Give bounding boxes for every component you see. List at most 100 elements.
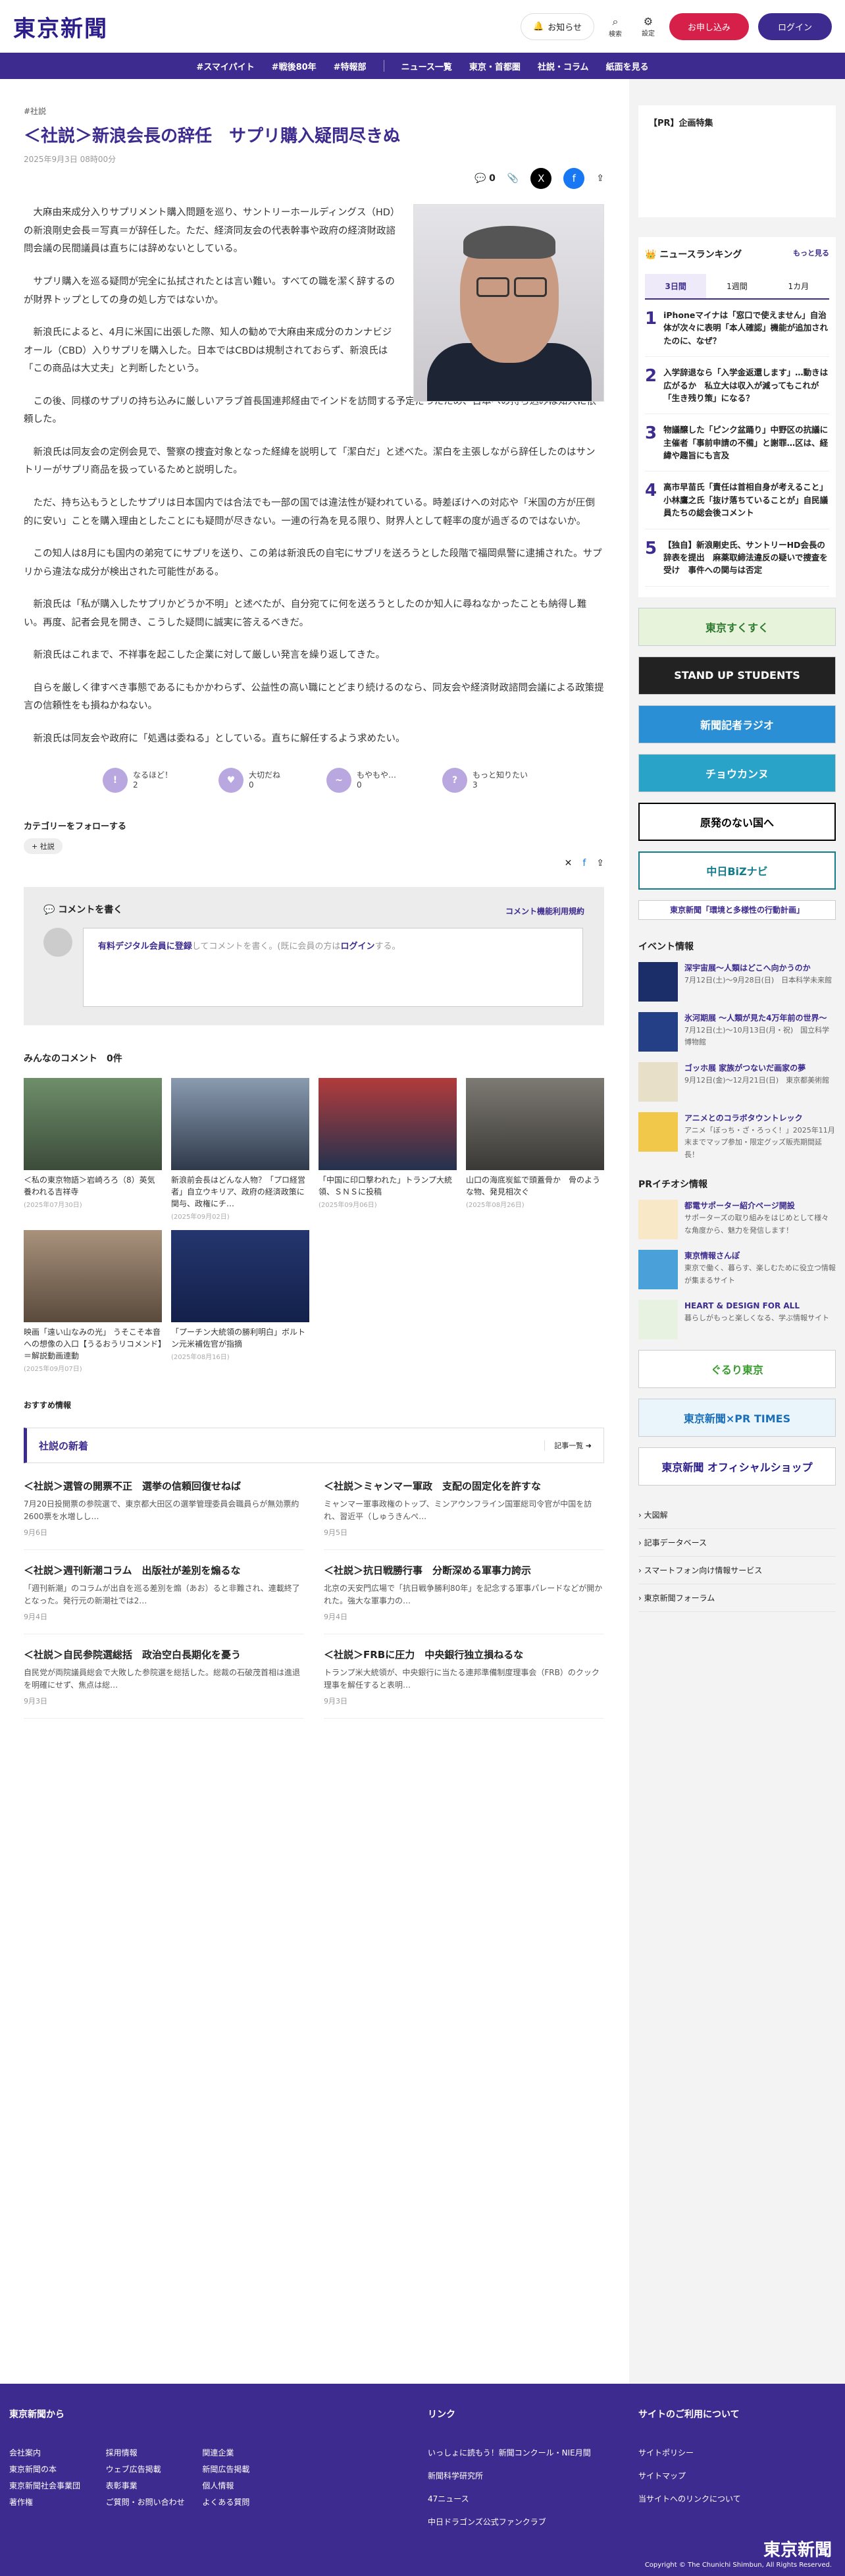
banner[interactable]: 東京新聞 オフィシャルショップ (638, 1447, 836, 1486)
related-card[interactable]: 「中国に印口撃われた」トランプ大統領、ＳＮＳに投稿 (2025年09月06日) (319, 1078, 457, 1221)
footer-link[interactable]: いっしょに読もう！新聞コンクール・NIE月間 (428, 2447, 591, 2458)
related-card[interactable]: 山口の海底炭鉱で頭蓋骨か 骨のような物、発見相次ぐ (2025年08月26日) (466, 1078, 604, 1221)
share-icon[interactable]: ⇪ (596, 858, 604, 869)
facebook-share-icon[interactable]: f (563, 168, 585, 189)
banner[interactable]: 東京新聞×PR TIMES (638, 1399, 836, 1437)
comment-input[interactable]: 有料デジタル会員に登録してコメントを書く。(既に会員の方はログインする。 (83, 928, 583, 1007)
nav-item[interactable]: #戦後80年 (272, 60, 317, 72)
banner[interactable]: チョウカンヌ (638, 753, 836, 792)
comment-count[interactable]: 💬 0 (474, 173, 496, 184)
nav-item[interactable]: #特報部 (334, 60, 367, 72)
search-button[interactable]: ⌕ 検索 (603, 15, 627, 38)
article-paragraph: 大麻由来成分入りサプリメント購入問題を巡り、サントリーホールディングス（HD）の… (24, 207, 396, 255)
news-item[interactable]: ＜社説＞週刊新潮コラム 出版社が差別を煽るな 「週刊新潮」のコラムが出自を巡る差別… (24, 1563, 304, 1635)
all-comments-title: みんなのコメント 0件 (24, 1054, 122, 1065)
related-card[interactable]: 映画「遠い山なみの光」 うそこそ本音への想像の入口【うるおうリコメンド】＝解説動… (24, 1230, 162, 1373)
footer-link[interactable]: 当サイトへのリンクについて (638, 2493, 741, 2504)
reaction-button[interactable]: ~ もやもや… 0 (326, 768, 396, 793)
footer-link[interactable]: 表彰事業 (106, 2480, 190, 2491)
nav-item[interactable]: 紙面を見る (606, 60, 649, 72)
share-bar: 💬 0 📎 X f ⇪ (474, 168, 604, 189)
sidebar-link[interactable]: › 記事データベース (638, 1529, 836, 1557)
news-item[interactable]: ＜社説＞ミャンマー軍政 支配の固定化を許すな ミャンマー軍事政権のトップ、ミンアウ… (324, 1479, 604, 1551)
nav-item[interactable]: 社説・コラム (538, 60, 589, 72)
ranking-more-link[interactable]: もっと見る (793, 248, 829, 258)
settings-button[interactable]: ⚙ 設定 (636, 15, 660, 38)
event-item[interactable]: アニメとのコラボタウントレック アニメ「ぼっち・ざ・ろっく！」2025年11月末ま… (638, 1112, 836, 1161)
news-item[interactable]: ＜社説＞選管の開票不正 選挙の信頼回復せねば 7月20日投開票の参院選で、東京都大… (24, 1479, 304, 1551)
banner[interactable]: 原発のない国へ (638, 802, 836, 841)
banner[interactable]: 新聞記者ラジオ (638, 705, 836, 743)
event-item[interactable]: 氷河期展 ～人類が見た4万年前の世界～ 7月12日(土)～10月13日(月・祝) … (638, 1011, 836, 1052)
follow-tag-button[interactable]: + 社説 (24, 838, 63, 855)
banner[interactable]: STAND UP STUDENTS (638, 656, 836, 695)
footer-link[interactable]: 個人情報 (202, 2480, 286, 2491)
share-bar-bottom: ✕ f ⇪ (24, 858, 604, 869)
news-item[interactable]: ＜社説＞抗日戦勝行事 分断深める軍事力誇示 北京の天安門広場で「抗日戦争勝利80年… (324, 1563, 604, 1635)
share-icon[interactable]: ⇪ (596, 173, 604, 184)
login-link[interactable]: ログイン (340, 942, 374, 952)
news-item[interactable]: ＜社説＞FRBに圧力 中央銀行独立損ねるな トランプ米大統領が、中央銀行に当たる連… (324, 1648, 604, 1719)
footer-link[interactable]: 中日ドラゴンズ公式ファンクラブ (428, 2516, 591, 2527)
facebook-share-icon[interactable]: f (582, 858, 586, 869)
related-card[interactable]: ＜私の東京物語＞岩崎ろろ（8）英気養われる吉祥寺 (2025年07月30日) (24, 1078, 162, 1221)
tab-1month[interactable]: 1カ月 (768, 274, 829, 298)
ranking-item[interactable]: 2 入学辞退なら「入学金返還します」…動きは広がるか 私立大は収入が減ってもこれが… (645, 357, 829, 415)
footer-link[interactable]: ご質問・お問い合わせ (106, 2496, 190, 2508)
pr-item[interactable]: HEART & DESIGN FOR ALL 暮らしがもっと楽しくなる、学ぶ情報サ… (638, 1300, 836, 1340)
pr-item[interactable]: 都電サポーター紹介ページ開設 サポーターズの取り組みをはじめとして様々な角度から、… (638, 1200, 836, 1240)
site-logo[interactable]: 東京新聞 (13, 11, 108, 43)
pr-item[interactable]: 東京情報さんぽ 東京で働く、暮らす、楽しむために役立つ情報が集まるサイト (638, 1250, 836, 1290)
sidebar-link[interactable]: › 東京新聞フォーラム (638, 1584, 836, 1613)
clip-icon[interactable]: 📎 (507, 173, 519, 184)
pr-feature-box[interactable]: 【PR】企画特集 (638, 105, 836, 217)
banner[interactable]: 東京すくすく (638, 607, 836, 646)
nav-item[interactable]: ニュース一覧 (401, 60, 452, 72)
news-item[interactable]: ＜社説＞自民参院選総括 政治空白長期化を憂う 自民党が両院議員総会で大敗した参院選… (24, 1648, 304, 1719)
apply-button[interactable]: お申し込み (669, 13, 749, 40)
footer-link[interactable]: 東京新聞社会事業団 (9, 2480, 93, 2491)
tab-3days[interactable]: 3日間 (645, 274, 707, 298)
footer-link[interactable]: 47ニュース (428, 2493, 591, 2504)
footer-link[interactable]: ウェブ広告掲載 (106, 2463, 190, 2475)
article-tag[interactable]: #社説 (24, 105, 604, 117)
article-paragraph: サプリ購入を巡る疑問が完全に払拭されたとは言い難い。すべての職を潔く辞するのが財… (24, 277, 395, 306)
nav-item[interactable]: 東京・首都圏 (469, 60, 521, 72)
related-card[interactable]: 「プーチン大統領の勝利明白」ボルトン元米補佐官が指摘 (2025年08月16日) (171, 1230, 309, 1373)
event-item[interactable]: ゴッホ展 家族がつないだ画家の夢 9月12日(金)～12月21日(日) 東京都美術… (638, 1061, 836, 1102)
x-share-icon[interactable]: ✕ (565, 858, 573, 869)
reaction-button[interactable]: ? もっと知りたい 3 (442, 768, 528, 793)
reaction-button[interactable]: ♥ 大切だね 0 (218, 768, 280, 793)
footer-link[interactable]: 東京新聞の本 (9, 2463, 93, 2475)
sidebar-link[interactable]: › スマートフォン向け情報サービス (638, 1557, 836, 1585)
banner[interactable]: 中日BiZナビ (638, 851, 836, 890)
ranking-item[interactable]: 3 物議醸した「ピンク盆踊り」中野区の抗議に主催者「事前申請の不備」と謝罪…区は、… (645, 414, 829, 472)
register-link[interactable]: 有料デジタル会員に登録 (98, 942, 192, 952)
footer-link[interactable]: サイトマップ (638, 2470, 741, 2481)
article-list-link[interactable]: 記事一覧 ➜ (544, 1440, 592, 1451)
footer-link[interactable]: 新聞科学研究所 (428, 2470, 591, 2481)
footer-link[interactable]: 会社案内 (9, 2447, 93, 2458)
footer-link[interactable]: 著作権 (9, 2496, 93, 2508)
login-button[interactable]: ログイン (757, 13, 832, 40)
sidebar-link[interactable]: › 大図解 (638, 1501, 836, 1530)
footer-link[interactable]: 関連企業 (202, 2447, 286, 2458)
notification-button[interactable]: 🔔 お知らせ (521, 13, 594, 40)
ranking-item[interactable]: 4 高市早苗氏「責任は首相自身が考えること」小林鷹之氏「抜け落ちていることが」自民… (645, 471, 829, 529)
tab-1week[interactable]: 1週間 (706, 274, 767, 298)
reaction-button[interactable]: ! なるほど！ 2 (103, 768, 172, 793)
banner[interactable]: 東京新聞「環境と多様性の行動計画」 (638, 899, 836, 920)
footer-link[interactable]: 新聞広告掲載 (202, 2463, 286, 2475)
footer-link[interactable]: 採用情報 (106, 2447, 190, 2458)
comment-rules-link[interactable]: コメント機能利用規約 (505, 905, 584, 917)
footer-link[interactable]: サイトポリシー (638, 2447, 741, 2458)
ranking-item[interactable]: 5 【独自】新浪剛史氏、サントリーHD会長の辞表を提出 麻薬取締法違反の疑いで捜査… (645, 529, 829, 587)
related-card[interactable]: 新浪前会長はどんな人物？「プロ経営者」自立ウキリア、政府の経済政策に関与、政権に… (171, 1078, 309, 1221)
x-share-icon[interactable]: X (530, 168, 552, 189)
event-item[interactable]: 深宇宙展～人類はどこへ向かうのか 7月12日(土)～9月28日(日) 日本科学未来… (638, 961, 836, 1002)
nav-item[interactable]: #スマイパイト (196, 60, 254, 72)
banner[interactable]: ぐるり東京 (638, 1350, 836, 1389)
article-paragraph: 自らを厳しく律すべき事態であるにもかかわらず、公益性の高い職にとどまり続けるのな… (24, 682, 604, 712)
footer-link[interactable]: よくある質問 (202, 2496, 286, 2508)
ranking-item[interactable]: 1 iPhoneマイナは「窓口で使えません」自治体が次々に表明「本人確認」機能が追… (645, 300, 829, 358)
